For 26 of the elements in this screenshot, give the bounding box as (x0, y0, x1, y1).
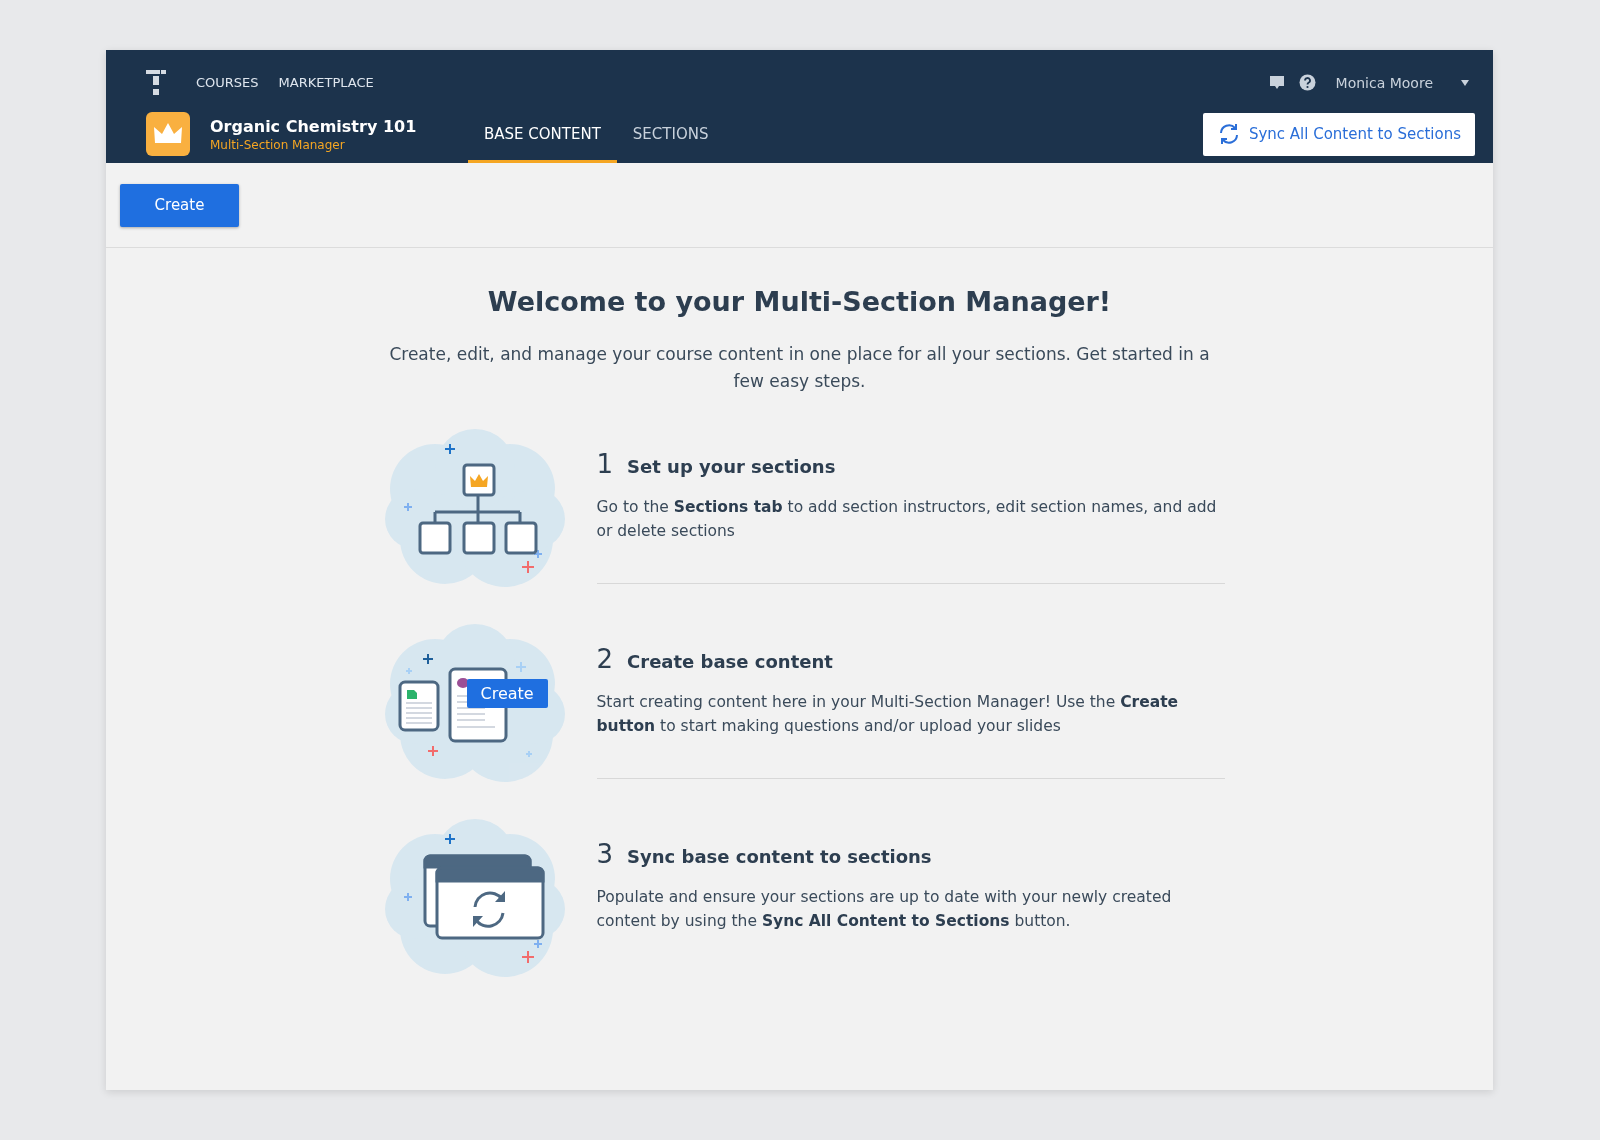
welcome-title: Welcome to your Multi-Section Manager! (486, 286, 1113, 317)
sync-all-button[interactable]: Sync All Content to Sections (1202, 112, 1475, 156)
logo-icon[interactable] (146, 69, 166, 96)
step-description: Populate and ensure your sections are up to date with your newly created content by using the Sync All Content to Sections button. (596, 887, 1173, 932)
course-title: Organic Chemistry 101 (210, 116, 418, 136)
nav-link[interactable]: MARKETPLACE (278, 75, 374, 90)
course-subtitle: Multi-Section Manager (210, 137, 346, 152)
create-button-illustration: Create (466, 679, 548, 708)
step-title: Sync base content to sections (627, 846, 932, 867)
step-description: Go to the Sections tab to add section instructors, edit section names, and add or delete sections (596, 497, 1218, 542)
nav-link[interactable]: COURSES (196, 75, 259, 90)
tab[interactable]: SECTIONS (616, 108, 725, 163)
step-description: Start creating content here in your Multi-Section Manager! Use the Create button to start making questions and/or upload your slides (596, 692, 1180, 737)
step-number: 2 (596, 644, 614, 674)
user-name[interactable]: Monica Moore (1335, 74, 1433, 91)
step-number: 3 (596, 839, 614, 869)
create-button[interactable]: Create (120, 183, 239, 227)
step-title: Set up your sections (627, 456, 836, 477)
step-title: Create base content (627, 651, 833, 672)
chat-icon[interactable] (1268, 75, 1285, 90)
crown-icon (153, 122, 183, 146)
help-icon[interactable] (1298, 74, 1316, 91)
step-number: 1 (596, 449, 614, 479)
caret-icon[interactable] (1461, 79, 1469, 86)
welcome-intro: Create, edit, and manage your course content in one place for all your sections. Get started in a few easy steps. (388, 343, 1211, 393)
tab[interactable]: BASE CONTENT (468, 108, 617, 163)
